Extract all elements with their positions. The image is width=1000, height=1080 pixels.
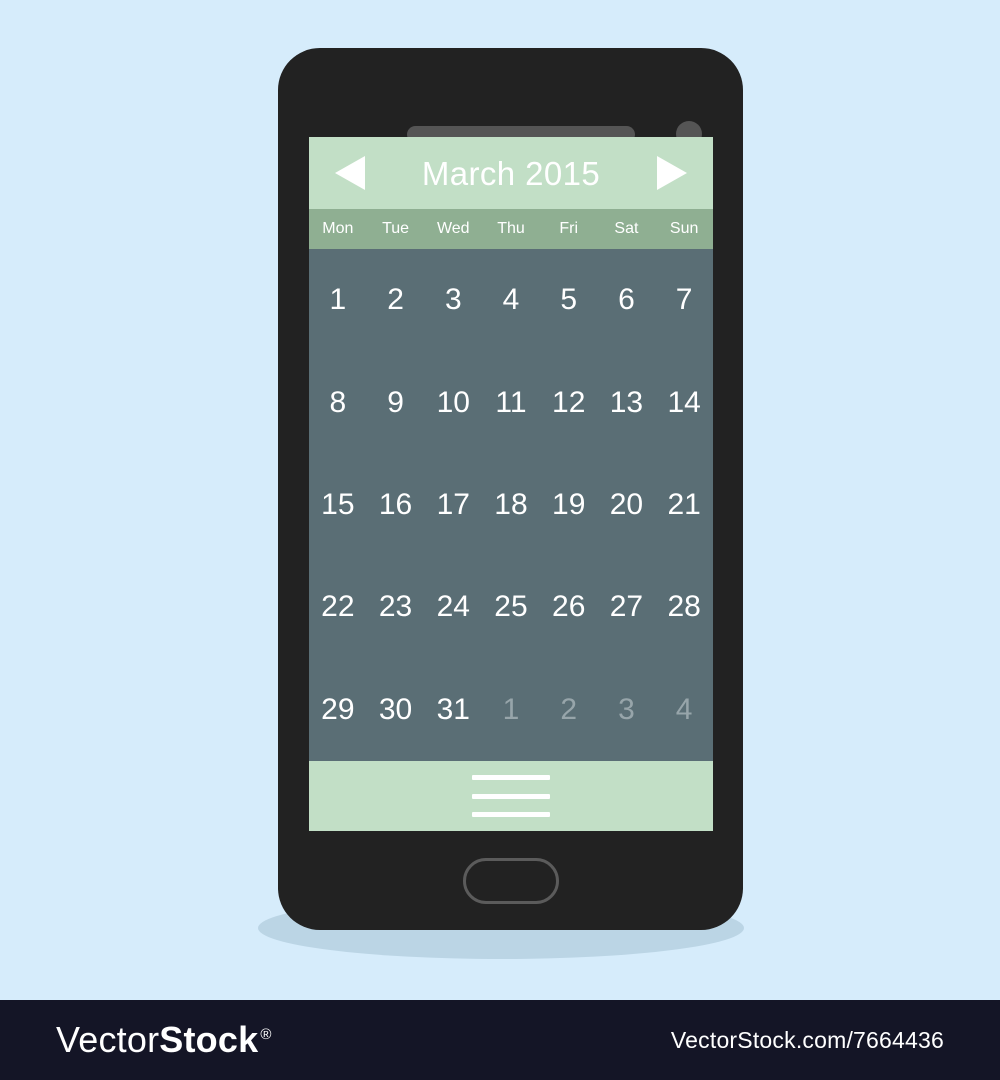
vectorstock-logo: Vector Stock ®: [56, 1022, 272, 1058]
calendar-day-grid: 1 2 3 4 5 6 7 8 9 10 11 12 13 14 15 16 17 18 19 20 21 22 23 24 2…: [309, 249, 713, 761]
calendar-day-cell[interactable]: 24: [424, 556, 482, 658]
calendar-day-cell[interactable]: 4: [482, 249, 540, 351]
weekday-label: Mon: [322, 220, 354, 237]
calendar-day-cell[interactable]: 15: [309, 454, 367, 556]
weekday-label: Sat: [614, 220, 639, 237]
calendar-day-cell[interactable]: 20: [598, 454, 656, 556]
calendar-day-cell[interactable]: 19: [540, 454, 598, 556]
calendar-day-cell[interactable]: 13: [598, 351, 656, 453]
menu-line: [472, 793, 550, 799]
calendar-day-cell[interactable]: 26: [540, 556, 598, 658]
calendar-day-cell[interactable]: 3: [424, 249, 482, 351]
calendar-day-cell-adjacent-month[interactable]: 1: [482, 659, 540, 761]
calendar-day-cell[interactable]: 25: [482, 556, 540, 658]
calendar-day-cell[interactable]: 28: [655, 556, 713, 658]
weekday-label: Fri: [559, 220, 579, 237]
watermark-url: VectorStock.com/7664436: [670, 1026, 944, 1053]
calendar-day-cell[interactable]: 7: [655, 249, 713, 351]
calendar-day-cell[interactable]: 11: [482, 351, 540, 453]
calendar-day-cell[interactable]: 16: [367, 454, 425, 556]
brand-name-bold: Stock: [159, 1019, 259, 1060]
menu-line: [472, 812, 550, 817]
phone-screen: March 2015 Mon Tue Wed Thu Fri Sat Sun 1234567…: [309, 137, 713, 831]
weekday-label: Thu: [497, 220, 525, 237]
illustration-stage: March 2015 Mon Tue Wed Thu Fri Sat Sun 1234567…: [0, 0, 1000, 1000]
calendar-day-cell[interactable]: 1: [309, 249, 367, 351]
calendar-day-cell-adjacent-month[interactable]: 3: [598, 659, 656, 761]
calendar-day-cell[interactable]: 9: [367, 351, 425, 453]
registered-trademark-icon: ®: [260, 1026, 272, 1043]
calendar-day-cell[interactable]: 6: [598, 249, 656, 351]
calendar-day-cell[interactable]: 21: [655, 454, 713, 556]
calendar-day-cell[interactable]: 17: [424, 454, 482, 556]
hamburger-menu-icon[interactable]: [472, 775, 550, 817]
calendar-day-cell[interactable]: 10: [424, 351, 482, 453]
calendar-day-cell[interactable]: 29: [309, 659, 367, 761]
calendar-month-header: March 2015: [309, 137, 713, 209]
home-button[interactable]: [463, 858, 559, 904]
brand-name-light: Vector: [56, 1019, 160, 1060]
calendar-day-cell[interactable]: 5: [540, 249, 598, 351]
weekday-label: Sun: [669, 220, 699, 237]
calendar-day-cell[interactable]: 30: [367, 659, 425, 761]
calendar-day-cell[interactable]: 8: [309, 351, 367, 453]
triangle-left-icon[interactable]: [333, 153, 367, 193]
weekday-label: Tue: [382, 220, 410, 237]
calendar-day-cell[interactable]: 22: [309, 556, 367, 658]
triangle-right-icon[interactable]: [655, 153, 689, 193]
calendar-day-cell[interactable]: 31: [424, 659, 482, 761]
month-title: March 2015: [421, 154, 601, 192]
calendar-day-cell[interactable]: 23: [367, 556, 425, 658]
weekday-header-row: Mon Tue Wed Thu Fri Sat Sun: [309, 209, 713, 249]
calendar-day-cell[interactable]: 14: [655, 351, 713, 453]
calendar-day-cell-adjacent-month[interactable]: 2: [540, 659, 598, 761]
menu-line: [472, 775, 550, 780]
smartphone-device: March 2015 Mon Tue Wed Thu Fri Sat Sun 1234567…: [278, 48, 743, 930]
calendar-bottom-bar: [309, 761, 713, 831]
weekday-label: Wed: [436, 220, 470, 237]
calendar-day-cell[interactable]: 2: [367, 249, 425, 351]
calendar-day-cell-adjacent-month[interactable]: 4: [655, 659, 713, 761]
calendar-day-cell[interactable]: 12: [540, 351, 598, 453]
calendar-day-cell[interactable]: 18: [482, 454, 540, 556]
calendar-day-cell[interactable]: 27: [598, 556, 656, 658]
watermark-footer: Vector Stock ® VectorStock.com/7664436: [0, 1000, 1000, 1080]
